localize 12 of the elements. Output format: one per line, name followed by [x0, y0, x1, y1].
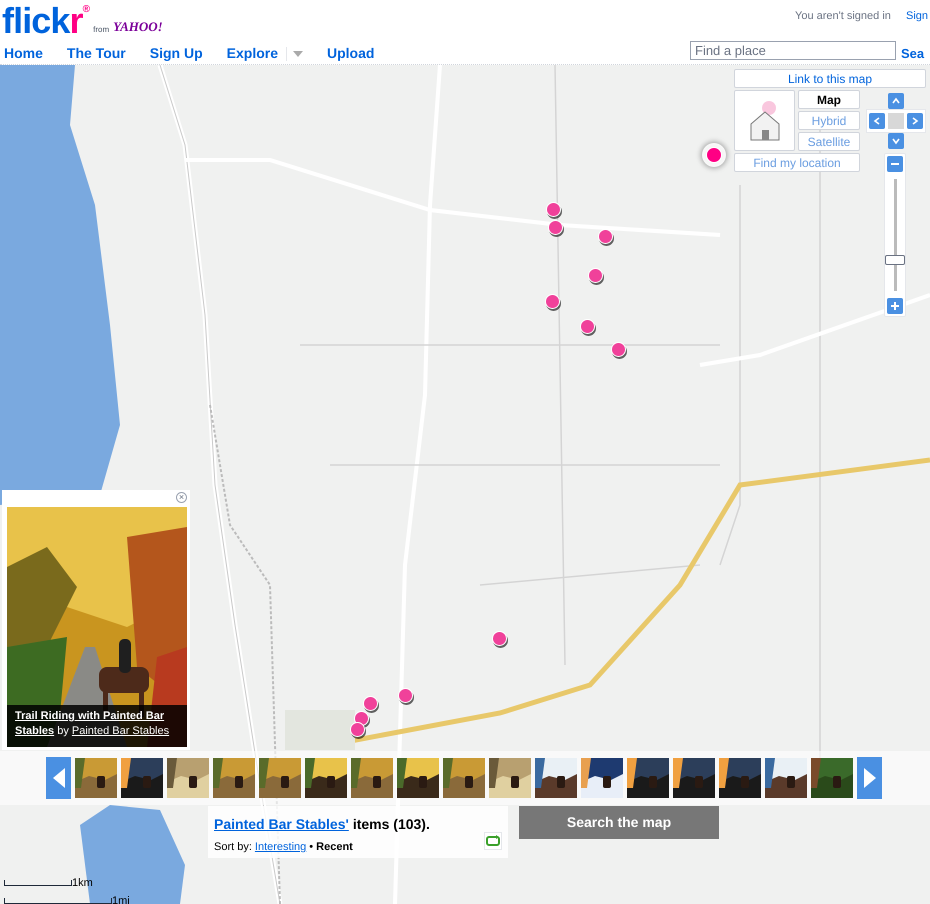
nav-link[interactable]: The Tour: [66, 43, 126, 64]
from-label: from: [93, 24, 110, 36]
nav-link[interactable]: Upload: [327, 43, 374, 64]
sign-in-link[interactable]: Sign: [906, 8, 928, 24]
yahoo-logo: YAHOO!: [113, 18, 163, 36]
flickr-logo[interactable]: flickr®: [2, 4, 90, 38]
search-link[interactable]: Sea: [901, 44, 924, 64]
place-search-field[interactable]: Find a place: [690, 41, 896, 60]
nav-link[interactable]: Home: [4, 43, 43, 64]
nav-link[interactable]: Sign Up: [150, 43, 203, 64]
nav-link[interactable]: Explore: [226, 43, 278, 64]
signed-out-note: You aren't signed in: [795, 9, 891, 24]
